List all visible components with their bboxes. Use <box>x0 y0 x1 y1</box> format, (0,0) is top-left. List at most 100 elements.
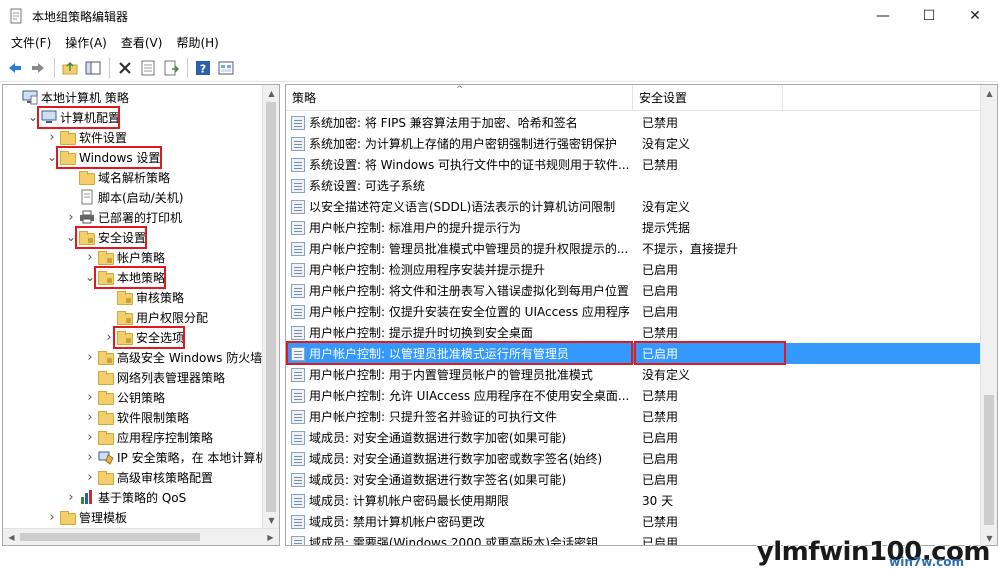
scroll-up-icon[interactable]: ▲ <box>263 85 279 102</box>
tree-item[interactable]: ⌄ 计算机配置 <box>27 107 120 127</box>
column-policy[interactable]: 策略 ^ <box>286 85 633 111</box>
policy-row[interactable]: 系统设置: 将 Windows 可执行文件中的证书规则用于软件... 已禁用 <box>286 154 982 175</box>
collapsed-chevron-icon[interactable]: › <box>84 467 96 487</box>
policy-row[interactable]: 域成员: 计算机帐户密码最长使用期限 30 天 <box>286 490 982 511</box>
policy-value: 已禁用 <box>642 515 679 529</box>
policy-row[interactable]: 域成员: 对安全通道数据进行数字签名(如果可能) 已启用 <box>286 469 982 490</box>
menu-help[interactable]: 帮助(H) <box>169 32 225 54</box>
properties-icon[interactable] <box>137 57 159 79</box>
help-icon[interactable]: ? <box>192 57 214 79</box>
maximize-button[interactable]: ☐ <box>906 0 952 32</box>
tree-item[interactable]: › 帐户策略 <box>84 247 165 267</box>
scroll-right-icon[interactable]: ▶ <box>262 529 279 545</box>
policy-row[interactable]: 用户帐户控制: 仅提升安装在安全位置的 UIAccess 应用程序 已启用 <box>286 301 982 322</box>
back-arrow-icon[interactable] <box>4 57 26 79</box>
tree-item[interactable]: › 已部署的打印机 <box>65 207 182 227</box>
policy-row[interactable]: 用户帐户控制: 用于内置管理员帐户的管理员批准模式 没有定义 <box>286 364 982 385</box>
collapsed-chevron-icon[interactable]: › <box>103 327 115 347</box>
policy-name: 用户帐户控制: 用于内置管理员帐户的管理员批准模式 <box>309 368 593 382</box>
export-list-icon[interactable] <box>160 57 182 79</box>
menu-action[interactable]: 操作(A) <box>58 32 114 54</box>
scroll-down-icon[interactable]: ▼ <box>263 512 279 529</box>
scrollbar-thumb[interactable] <box>266 102 276 512</box>
tree-horizontal-scrollbar[interactable]: ◀ ▶ <box>3 528 279 545</box>
list-vertical-scrollbar[interactable]: ▲ ▼ <box>980 85 997 545</box>
tree-item[interactable]: 域名解析策略 <box>65 167 170 187</box>
policy-row[interactable]: 系统加密: 为计算机上存储的用户密钥强制进行强密钥保护 没有定义 <box>286 133 982 154</box>
show-hide-tree-icon[interactable] <box>82 57 104 79</box>
collapsed-chevron-icon[interactable]: › <box>65 487 77 507</box>
tree-item[interactable]: 脚本(启动/关机) <box>65 187 183 207</box>
toolbar-separator <box>109 57 110 78</box>
policy-row[interactable]: 用户帐户控制: 检测应用程序安装并提示提升 已启用 <box>286 259 982 280</box>
policy-row[interactable]: 用户帐户控制: 允许 UIAccess 应用程序在不使用安全桌面... 已禁用 <box>286 385 982 406</box>
expanded-chevron-icon[interactable]: ⌄ <box>65 227 77 247</box>
column-security-setting[interactable]: 安全设置 <box>633 85 783 111</box>
menu-view[interactable]: 查看(V) <box>114 32 170 54</box>
close-button[interactable]: ✕ <box>952 0 998 32</box>
collapsed-chevron-icon[interactable]: › <box>84 447 96 467</box>
policy-name: 用户帐户控制: 检测应用程序安装并提示提升 <box>309 263 545 277</box>
filter-view-icon[interactable] <box>215 57 237 79</box>
policy-row[interactable]: 用户帐户控制: 提示提升时切换到安全桌面 已禁用 <box>286 322 982 343</box>
forward-arrow-icon[interactable] <box>27 57 49 79</box>
policy-row[interactable]: 系统设置: 可选子系统 <box>286 175 982 196</box>
tree-item[interactable]: › IP 安全策略，在 本地计算机 <box>84 447 267 467</box>
policy-setting-icon <box>291 451 305 466</box>
policy-row[interactable]: 用户帐户控制: 管理员批准模式中管理员的提升权限提示的... 不提示，直接提升 <box>286 238 982 259</box>
policy-list[interactable]: 策略 ^ 安全设置 系统加密: 将 FIPS 兼容算法用于加密、哈希和签名 已禁用… <box>285 84 998 546</box>
policy-name: 域成员: 对安全通道数据进行数字加密或数字签名(始终) <box>309 452 603 466</box>
tree-vertical-scrollbar[interactable]: ▲ ▼ <box>262 85 279 529</box>
expanded-chevron-icon[interactable]: ⌄ <box>84 267 96 287</box>
tree-item[interactable]: › 管理模板 <box>46 507 127 527</box>
tree-item[interactable]: › 公钥策略 <box>84 387 165 407</box>
policy-row[interactable]: 用户帐户控制: 只提升签名并验证的可执行文件 已禁用 <box>286 406 982 427</box>
policy-row[interactable]: 域成员: 对安全通道数据进行数字加密或数字签名(始终) 已启用 <box>286 448 982 469</box>
expanded-chevron-icon[interactable]: ⌄ <box>46 147 58 167</box>
tree-item[interactable]: › 软件设置 <box>46 127 127 147</box>
minimize-button[interactable]: — <box>860 0 906 32</box>
tree-item[interactable]: 用户权限分配 <box>103 307 208 327</box>
collapsed-chevron-icon[interactable]: › <box>84 387 96 407</box>
menu-file[interactable]: 文件(F) <box>4 32 58 54</box>
collapsed-chevron-icon[interactable]: › <box>65 207 77 227</box>
scrollbar-thumb[interactable] <box>20 533 200 541</box>
tree-item[interactable]: 网络列表管理器策略 <box>84 367 225 387</box>
scroll-left-icon[interactable]: ◀ <box>3 529 20 545</box>
tree-item[interactable]: › 高级安全 Windows 防火墙 <box>84 347 262 367</box>
up-folder-icon[interactable] <box>59 57 81 79</box>
tree-item[interactable]: ⌄ 安全设置 <box>65 227 146 247</box>
tree-item[interactable]: ⌄ 本地策略 <box>84 267 165 287</box>
tree-item[interactable]: › 安全选项 <box>103 327 184 347</box>
tree-item[interactable]: 审核策略 <box>103 287 184 307</box>
delete-icon[interactable] <box>114 57 136 79</box>
policy-row[interactable]: 用户帐户控制: 标准用户的提升提示行为 提示凭据 <box>286 217 982 238</box>
tree-item[interactable]: ⌄ Windows 设置 <box>46 147 160 167</box>
scroll-down-icon[interactable]: ▼ <box>981 530 997 545</box>
policy-row[interactable]: 域成员: 需要强(Windows 2000 或更高版本)会话密钥 已启用 <box>286 532 982 545</box>
collapsed-chevron-icon[interactable]: › <box>46 507 58 527</box>
console-tree[interactable]: 本地计算机 策略 ⌄ 计算机配置 › 软件设置 ⌄ Windows 设置 域名解析策略 脚本(启… <box>2 84 280 546</box>
tree-item[interactable]: 本地计算机 策略 <box>8 87 129 107</box>
collapsed-chevron-icon[interactable]: › <box>84 247 96 267</box>
collapsed-chevron-icon[interactable]: › <box>84 407 96 427</box>
tree-item[interactable]: › 高级审核策略配置 <box>84 467 213 487</box>
collapsed-chevron-icon[interactable]: › <box>84 427 96 447</box>
collapsed-chevron-icon[interactable]: › <box>46 127 58 147</box>
policy-row[interactable]: 系统加密: 将 FIPS 兼容算法用于加密、哈希和签名 已禁用 <box>286 112 982 133</box>
policy-row[interactable]: 域成员: 对安全通道数据进行数字加密(如果可能) 已启用 <box>286 427 982 448</box>
tree-item[interactable]: › 基于策略的 QoS <box>65 487 186 507</box>
tree-item[interactable]: › 应用程序控制策略 <box>84 427 213 447</box>
policy-row-selected[interactable]: 用户帐户控制: 以管理员批准模式运行所有管理员 已启用 <box>286 343 982 364</box>
tree-item[interactable]: › 软件限制策略 <box>84 407 189 427</box>
policy-row[interactable]: 域成员: 禁用计算机帐户密码更改 已禁用 <box>286 511 982 532</box>
collapsed-chevron-icon[interactable]: › <box>84 347 96 367</box>
scroll-up-icon[interactable]: ▲ <box>981 85 997 102</box>
policy-row[interactable]: 用户帐户控制: 将文件和注册表写入错误虚拟化到每用户位置 已启用 <box>286 280 982 301</box>
policy-name: 用户帐户控制: 将文件和注册表写入错误虚拟化到每用户位置 <box>309 284 629 298</box>
scrollbar-thumb[interactable] <box>984 395 994 525</box>
policy-row[interactable]: 以安全描述符定义语言(SDDL)语法表示的计算机访问限制 没有定义 <box>286 196 982 217</box>
policy-value: 已启用 <box>642 431 679 445</box>
expanded-chevron-icon[interactable]: ⌄ <box>27 107 39 127</box>
